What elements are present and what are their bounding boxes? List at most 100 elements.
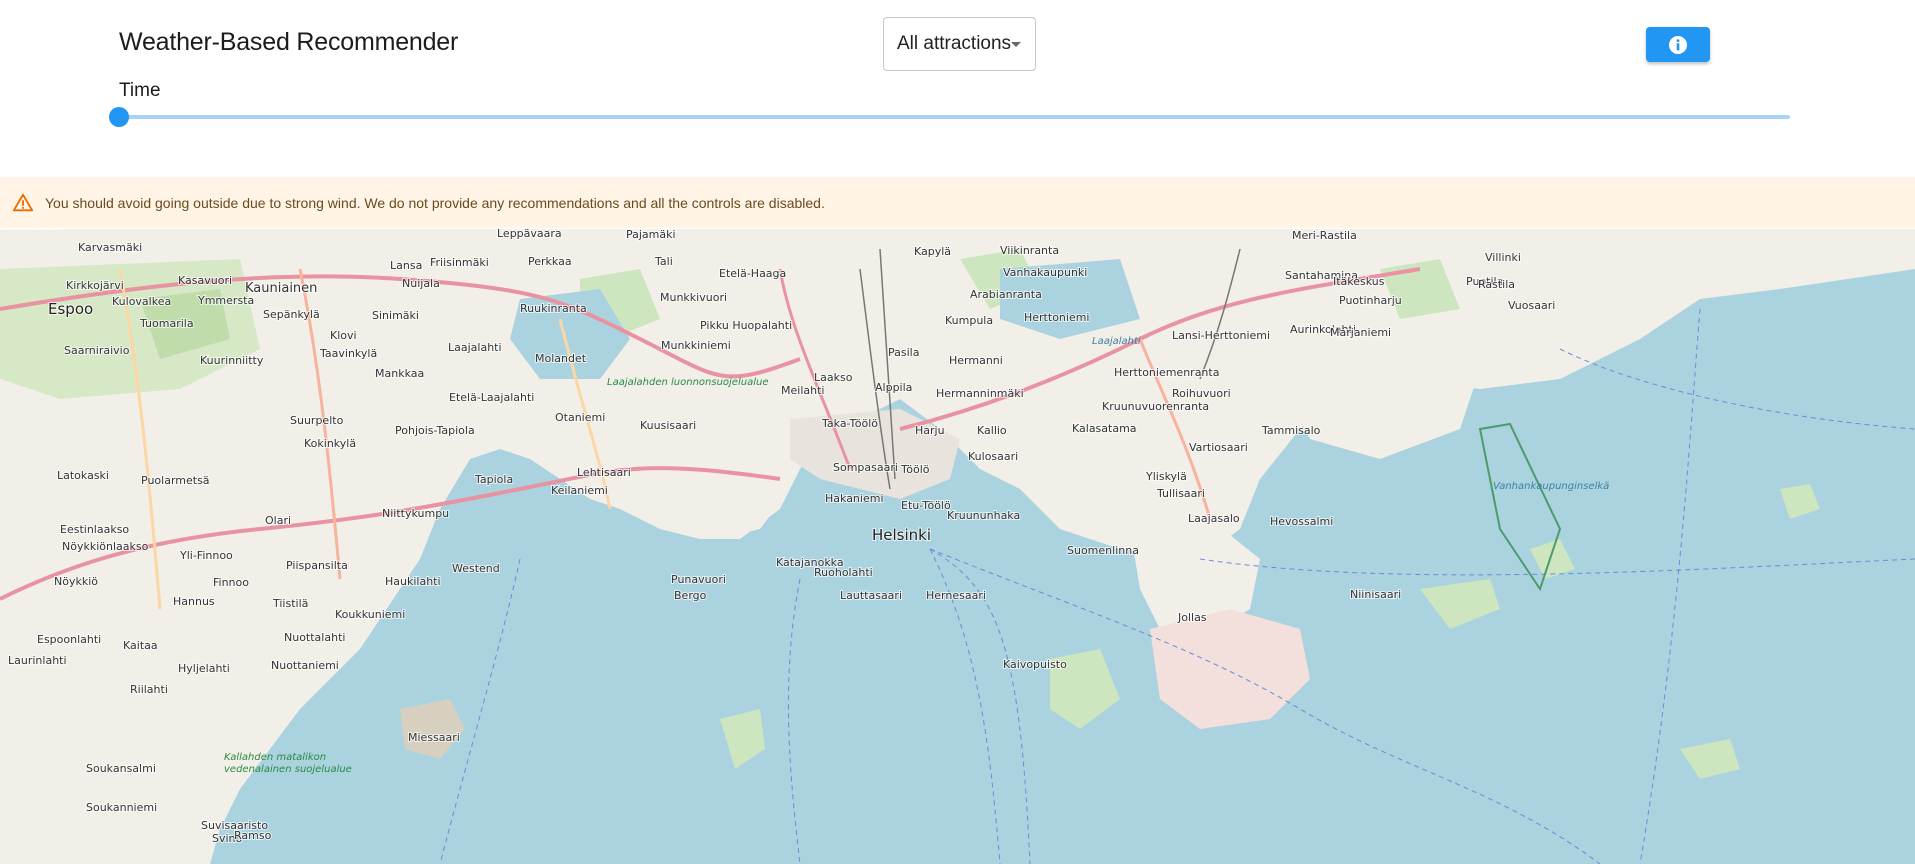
map-label: Lauttasaari [0, 229, 62, 232]
attraction-filter-select[interactable]: All attractions [883, 17, 1036, 71]
map-label: Taavinkylä [319, 347, 377, 360]
map-label: Yliskylä [1145, 470, 1187, 483]
map-label: Tammisalo [1261, 424, 1321, 437]
map-label: Lehtisaari [577, 466, 631, 479]
map-label: Friisinmäki [430, 256, 489, 269]
map-label: Ramso [234, 829, 272, 842]
map-label: Laajalahden luonnonsuojelualue [607, 377, 768, 388]
map-label: Espoo [48, 300, 93, 318]
map-label: Laajalahti [448, 341, 502, 354]
map-label: Kallio [977, 424, 1007, 437]
map-label: Pasila [888, 346, 919, 359]
alert-message: You should avoid going outside due to st… [45, 194, 825, 211]
map-label: Molandet [535, 352, 587, 365]
time-slider[interactable] [119, 115, 1790, 119]
attraction-filter-value: All attractions [897, 33, 1012, 54]
map-label: Herttoniemi [1024, 311, 1089, 324]
map-view[interactable]: Helsinki Espoo Kauniainen Karvasmäki Kirkkoj… [0, 229, 1915, 864]
map-label: Kumpula [945, 314, 993, 327]
map-label: Etelä-Haaga [719, 267, 786, 280]
map-label: Westend [452, 562, 500, 575]
map-label: Ruukinranta [520, 302, 587, 315]
protected-area [1478, 422, 1562, 592]
map-canvas[interactable]: Helsinki Espoo Kauniainen Karvasmäki Kirkkoj… [0, 229, 1915, 864]
map-label: Hermanninmäki [936, 387, 1024, 400]
map-label: Kalasatama [1072, 422, 1137, 435]
map-label: Kaitaa [123, 639, 158, 652]
map-label: Espoonlahti [37, 633, 101, 646]
map-label: Tuomarila [139, 317, 194, 330]
map-label: Suomenlinna [1067, 544, 1139, 557]
map-label: Hevossalmi [1270, 515, 1333, 528]
map-label: Kulosaari [968, 450, 1018, 463]
map-label: Laurinlahti [8, 654, 67, 667]
map-label: Hernesaari [926, 589, 986, 602]
map-label: Koukkuniemi [335, 608, 405, 621]
map-label: Klovi [330, 329, 357, 342]
map-label: Kirkkojärvi [66, 279, 124, 292]
map-label: Niinisaari [1350, 588, 1401, 601]
map-label: Nöykkiö [54, 575, 98, 588]
map-label: Niittykumpu [382, 507, 449, 520]
map-label: Arabianranta [970, 288, 1042, 301]
map-label: Karvasmäki [78, 241, 142, 254]
map-label: Tiistilä [272, 597, 308, 610]
map-label: Meri-Rastila [1292, 229, 1357, 242]
map-label: Kapylä [914, 245, 951, 258]
map-label: Kaivopuisto [1003, 658, 1067, 671]
map-label: Latokaski [57, 469, 109, 482]
map-label: Vuosaari [1508, 299, 1555, 312]
info-button[interactable] [1646, 27, 1710, 62]
map-label: Sompasaari [833, 461, 898, 474]
map-label: Etelä-Laajalahti [449, 391, 534, 404]
map-label: Miessaari [408, 731, 460, 744]
chevron-down-icon [1011, 42, 1021, 47]
map-label: Ymmersta [197, 294, 254, 307]
map-label: Roihuvuori [1172, 387, 1231, 400]
map-label: Perkkaa [528, 255, 572, 268]
map-label: Keilaniemi [551, 484, 608, 497]
map-label: Haukilahti [385, 575, 441, 588]
map-label: Munkkivuori [660, 291, 727, 304]
map-label: Tullisaari [1156, 487, 1205, 500]
map-label: Olari [265, 514, 291, 527]
map-label: Meilahti [781, 384, 824, 397]
map-label: Eestinlaakso [60, 523, 129, 536]
map-label: Pikku Huopalahti [700, 319, 792, 332]
map-label: Ruoholahti [814, 566, 873, 579]
map-label: Sinimäki [372, 309, 419, 322]
map-label: Herttoniemenranta [1114, 366, 1219, 379]
map-label: Kasavuori [178, 274, 232, 287]
map-label: Yli-Finnoo [179, 549, 233, 562]
map-label: Laajalahti [1092, 336, 1141, 347]
map-label: Helsinki [872, 526, 931, 544]
map-label: Taka-Töölö [821, 417, 878, 430]
map-label: Puotinharju [1339, 294, 1402, 307]
time-slider-thumb[interactable] [109, 107, 129, 127]
map-label: Tapiola [474, 473, 513, 486]
map-label: Hyljelahti [178, 662, 230, 675]
map-label: Nöykkiönlaakso [62, 540, 149, 553]
map-label: Vartiosaari [1189, 441, 1248, 454]
map-label: Kauniainen [245, 281, 317, 296]
map-label: Soukanniemi [86, 801, 157, 814]
map-label: Hannus [173, 595, 215, 608]
map-label: Viikinranta [1000, 244, 1059, 257]
map-label: Munkkiniemi [661, 339, 731, 352]
map-label: Punavuori [671, 573, 726, 586]
map-label: Puolarmetsä [141, 474, 210, 487]
map-label: Kruunuvuorenranta [1102, 400, 1209, 413]
map-label: Suurpelto [290, 414, 344, 427]
map-label: Otaniemi [555, 411, 605, 424]
map-label: Rastila [1478, 278, 1515, 291]
wind-warning-alert: You should avoid going outside due to st… [0, 177, 1915, 228]
map-label: Riilahti [130, 683, 168, 696]
map-label: Kuurinniitty [200, 354, 264, 367]
map-label: Marjaniemi [1330, 326, 1391, 339]
warning-icon [12, 193, 34, 211]
map-label: Hermanni [949, 354, 1003, 367]
map-label: Finnoo [213, 576, 249, 589]
map-label: Piispansilta [286, 559, 348, 572]
map-label: Nuottaniemi [271, 659, 339, 672]
map-label: Sepänkylä [263, 308, 320, 321]
